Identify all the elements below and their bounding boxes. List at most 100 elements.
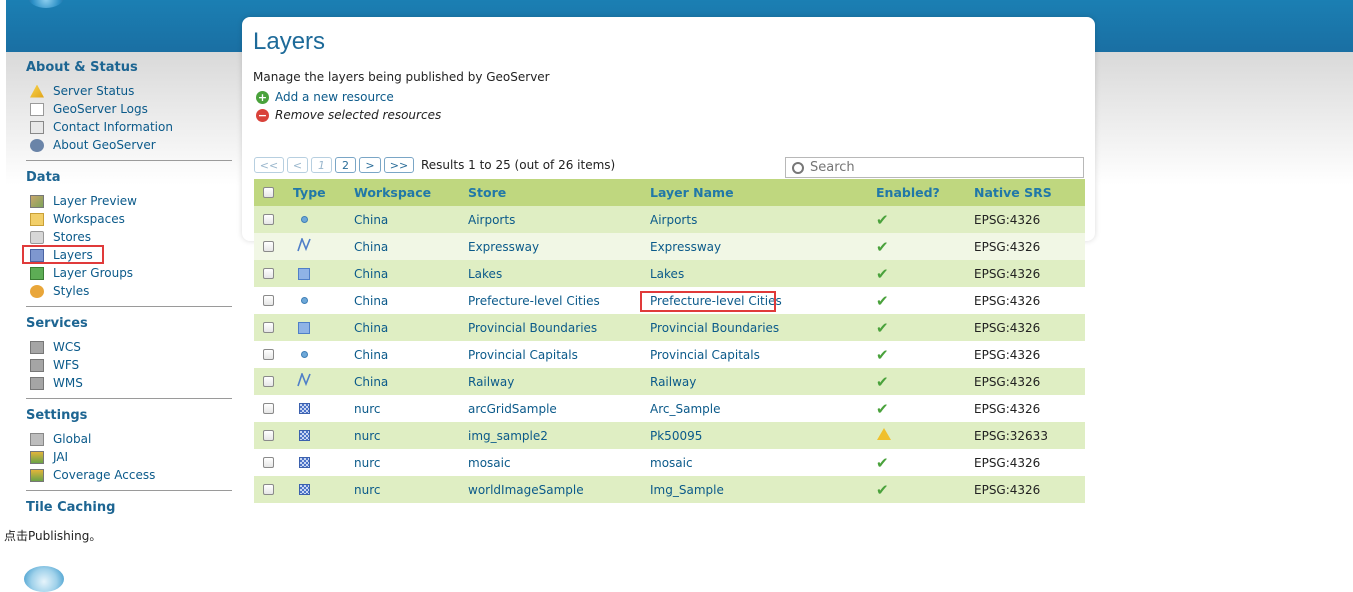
workspace-cell-link[interactable]: China bbox=[354, 348, 388, 362]
row-select-cell[interactable] bbox=[254, 287, 293, 314]
layer-name-cell-link[interactable]: Pk50095 bbox=[650, 429, 702, 443]
search-box[interactable] bbox=[785, 157, 1084, 178]
column-header-enabled[interactable]: Enabled? bbox=[876, 179, 974, 206]
sidebar-item-label[interactable]: Styles bbox=[53, 284, 89, 298]
workspace-cell[interactable]: nurc bbox=[354, 395, 468, 422]
store-cell-link[interactable]: Provincial Capitals bbox=[468, 348, 578, 362]
select-all-cell[interactable] bbox=[254, 179, 293, 206]
sidebar-item-wms[interactable]: WMS bbox=[30, 374, 232, 392]
next-page-button[interactable]: > bbox=[359, 157, 381, 173]
workspace-cell-link[interactable]: China bbox=[354, 321, 388, 335]
sidebar-item-about-geoserver[interactable]: About GeoServer bbox=[30, 136, 232, 154]
layer-name-cell-link[interactable]: Lakes bbox=[650, 267, 684, 281]
store-cell[interactable]: Provincial Boundaries bbox=[468, 314, 650, 341]
last-page-button[interactable]: >> bbox=[384, 157, 414, 173]
layer-name-cell-link[interactable]: Img_Sample bbox=[650, 483, 724, 497]
layer-name-cell[interactable]: Railway bbox=[650, 368, 876, 395]
sidebar-item-label[interactable]: Server Status bbox=[53, 84, 134, 98]
add-resource-label[interactable]: Add a new resource bbox=[275, 90, 394, 104]
workspace-cell[interactable]: China bbox=[354, 314, 468, 341]
workspace-cell[interactable]: China bbox=[354, 206, 468, 233]
row-select-cell[interactable] bbox=[254, 449, 293, 476]
page-1-button[interactable]: 1 bbox=[311, 157, 332, 173]
workspace-cell-link[interactable]: nurc bbox=[354, 402, 380, 416]
layer-name-cell[interactable]: Airports bbox=[650, 206, 876, 233]
sidebar-item-label[interactable]: WMS bbox=[53, 376, 83, 390]
layer-name-cell-link[interactable]: Expressway bbox=[650, 240, 721, 254]
store-cell-link[interactable]: Lakes bbox=[468, 267, 502, 281]
sidebar-item-label[interactable]: Coverage Access bbox=[53, 468, 155, 482]
layer-name-cell-link[interactable]: Railway bbox=[650, 375, 696, 389]
layer-name-cell[interactable]: Provincial Capitals bbox=[650, 341, 876, 368]
remove-resources-link[interactable]: − Remove selected resources bbox=[256, 107, 441, 123]
sidebar-item-label[interactable]: About GeoServer bbox=[53, 138, 156, 152]
sidebar-item-contact-information[interactable]: Contact Information bbox=[30, 118, 232, 136]
store-cell[interactable]: Prefecture-level Cities bbox=[468, 287, 650, 314]
sidebar-item-geoserver-logs[interactable]: GeoServer Logs bbox=[30, 100, 232, 118]
store-cell[interactable]: Expressway bbox=[468, 233, 650, 260]
row-select-cell[interactable] bbox=[254, 368, 293, 395]
sidebar-item-label[interactable]: WFS bbox=[53, 358, 79, 372]
row-select-cell[interactable] bbox=[254, 476, 293, 503]
first-page-button[interactable]: << bbox=[254, 157, 284, 173]
column-header-workspace[interactable]: Workspace bbox=[354, 179, 468, 206]
row-select-cell[interactable] bbox=[254, 206, 293, 233]
workspace-cell-link[interactable]: nurc bbox=[354, 456, 380, 470]
row-checkbox[interactable] bbox=[263, 484, 274, 495]
layer-name-cell[interactable]: Prefecture-level Cities bbox=[650, 287, 876, 314]
row-select-cell[interactable] bbox=[254, 341, 293, 368]
add-resource-link[interactable]: + Add a new resource bbox=[256, 89, 394, 105]
sidebar-item-label[interactable]: Workspaces bbox=[53, 212, 125, 226]
layer-name-cell-link[interactable]: mosaic bbox=[650, 456, 693, 470]
workspace-cell-link[interactable]: China bbox=[354, 240, 388, 254]
layer-name-cell[interactable]: Lakes bbox=[650, 260, 876, 287]
layer-name-cell-link[interactable]: Provincial Capitals bbox=[650, 348, 760, 362]
row-select-cell[interactable] bbox=[254, 233, 293, 260]
sidebar-item-server-status[interactable]: Server Status bbox=[30, 82, 232, 100]
sidebar-item-coverage-access[interactable]: Coverage Access bbox=[30, 466, 232, 484]
sidebar-item-wfs[interactable]: WFS bbox=[30, 356, 232, 374]
sidebar-item-jai[interactable]: JAI bbox=[30, 448, 232, 466]
sidebar-item-label[interactable]: JAI bbox=[53, 450, 68, 464]
column-header-layer-name[interactable]: Layer Name bbox=[650, 179, 876, 206]
sidebar-item-wcs[interactable]: WCS bbox=[30, 338, 232, 356]
row-checkbox[interactable] bbox=[263, 403, 274, 414]
sidebar-item-workspaces[interactable]: Workspaces bbox=[30, 210, 232, 228]
sidebar-item-global[interactable]: Global bbox=[30, 430, 232, 448]
sidebar-item-layers[interactable]: Layers bbox=[30, 246, 232, 264]
store-cell-link[interactable]: mosaic bbox=[468, 456, 511, 470]
row-checkbox[interactable] bbox=[263, 376, 274, 387]
store-cell-link[interactable]: Railway bbox=[468, 375, 514, 389]
workspace-cell-link[interactable]: China bbox=[354, 375, 388, 389]
layer-name-cell-link[interactable]: Arc_Sample bbox=[650, 402, 720, 416]
row-checkbox[interactable] bbox=[263, 295, 274, 306]
row-checkbox[interactable] bbox=[263, 349, 274, 360]
workspace-cell[interactable]: China bbox=[354, 368, 468, 395]
store-cell[interactable]: Lakes bbox=[468, 260, 650, 287]
column-header-native-srs[interactable]: Native SRS bbox=[974, 179, 1085, 206]
workspace-cell-link[interactable]: nurc bbox=[354, 483, 380, 497]
sidebar-item-layer-groups[interactable]: Layer Groups bbox=[30, 264, 232, 282]
row-checkbox[interactable] bbox=[263, 214, 274, 225]
workspace-cell-link[interactable]: nurc bbox=[354, 429, 380, 443]
store-cell-link[interactable]: Provincial Boundaries bbox=[468, 321, 597, 335]
layer-name-cell[interactable]: mosaic bbox=[650, 449, 876, 476]
workspace-cell[interactable]: China bbox=[354, 287, 468, 314]
row-checkbox[interactable] bbox=[263, 268, 274, 279]
store-cell-link[interactable]: img_sample2 bbox=[468, 429, 548, 443]
select-all-checkbox[interactable] bbox=[263, 187, 274, 198]
sidebar-item-label[interactable]: Layer Groups bbox=[53, 266, 133, 280]
store-cell-link[interactable]: Prefecture-level Cities bbox=[468, 294, 600, 308]
row-select-cell[interactable] bbox=[254, 314, 293, 341]
sidebar-item-label[interactable]: Stores bbox=[53, 230, 91, 244]
row-checkbox[interactable] bbox=[263, 241, 274, 252]
row-select-cell[interactable] bbox=[254, 395, 293, 422]
page-2-button[interactable]: 2 bbox=[335, 157, 356, 173]
row-checkbox[interactable] bbox=[263, 457, 274, 468]
workspace-cell[interactable]: nurc bbox=[354, 422, 468, 449]
search-input[interactable] bbox=[810, 160, 1070, 175]
layer-name-cell-link[interactable]: Airports bbox=[650, 213, 697, 227]
store-cell[interactable]: mosaic bbox=[468, 449, 650, 476]
store-cell[interactable]: arcGridSample bbox=[468, 395, 650, 422]
row-checkbox[interactable] bbox=[263, 430, 274, 441]
